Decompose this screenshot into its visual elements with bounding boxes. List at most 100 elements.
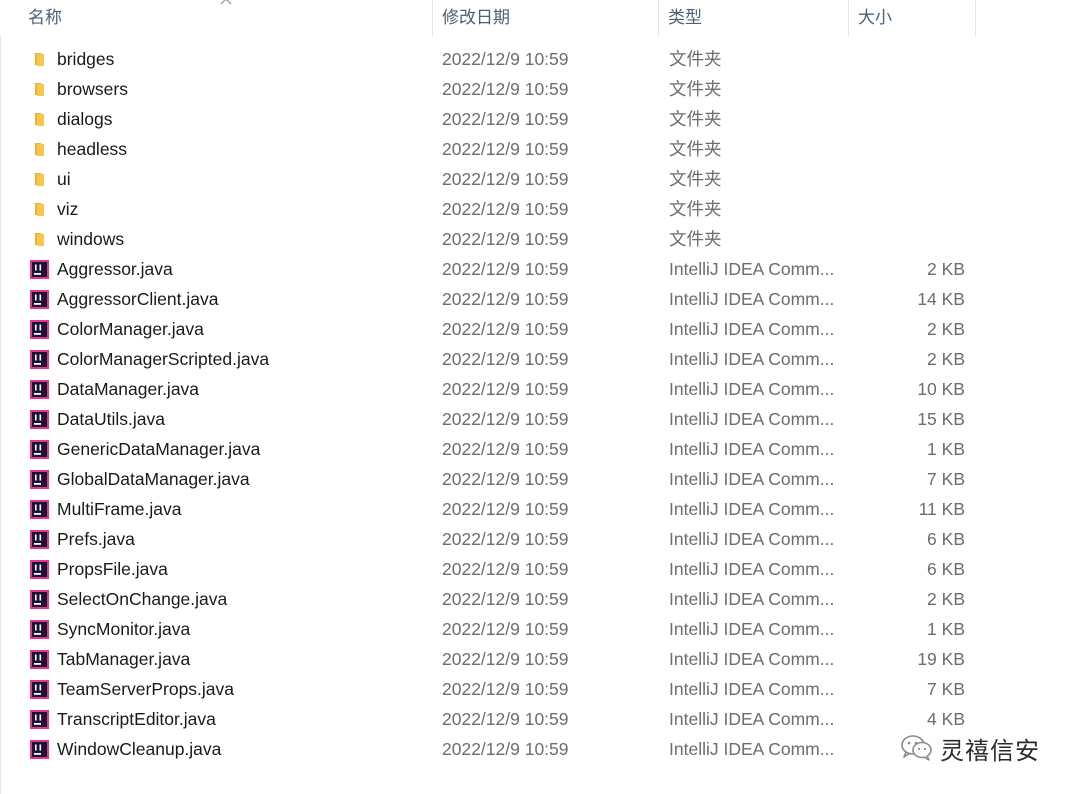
file-date: 2022/12/9 10:59 — [442, 349, 569, 369]
file-size — [852, 104, 965, 134]
intellij-java-file-icon — [30, 440, 49, 459]
file-row[interactable]: dialogs 2022/12/9 10:59 文件夹 — [0, 104, 976, 134]
file-icon-cell — [30, 464, 50, 494]
file-size — [852, 44, 965, 74]
file-name: GenericDataManager.java — [57, 439, 261, 459]
file-type: IntelliJ IDEA Comm... — [669, 319, 835, 339]
file-icon-cell — [30, 344, 50, 374]
file-type: IntelliJ IDEA Comm... — [669, 469, 835, 489]
file-type: IntelliJ IDEA Comm... — [669, 259, 835, 279]
file-date: 2022/12/9 10:59 — [442, 169, 569, 189]
file-row[interactable]: ColorManager.java 2022/12/9 10:59 IntelliJ… — [0, 314, 976, 344]
file-row[interactable]: headless 2022/12/9 10:59 文件夹 — [0, 134, 976, 164]
file-row[interactable]: WindowCleanup.java 2022/12/9 10:59 Intelli… — [0, 734, 976, 764]
file-name: viz — [57, 199, 79, 219]
file-type: 文件夹 — [669, 49, 722, 69]
file-row[interactable]: bridges 2022/12/9 10:59 文件夹 — [0, 44, 976, 74]
file-icon-cell — [30, 134, 50, 164]
file-icon-cell — [30, 74, 50, 104]
file-date: 2022/12/9 10:59 — [442, 559, 569, 579]
file-size — [852, 224, 965, 254]
folder-icon — [35, 143, 44, 156]
file-type: IntelliJ IDEA Comm... — [669, 409, 835, 429]
file-name: TranscriptEditor.java — [57, 709, 216, 729]
column-header-type[interactable]: 类型 — [658, 0, 848, 36]
file-size: 15 KB — [917, 409, 965, 429]
intellij-java-file-icon — [30, 410, 49, 429]
file-row[interactable]: GenericDataManager.java 2022/12/9 10:59 In… — [0, 434, 976, 464]
file-row[interactable]: PropsFile.java 2022/12/9 10:59 IntelliJ ID… — [0, 554, 976, 584]
file-icon-cell — [30, 554, 50, 584]
file-date: 2022/12/9 10:59 — [442, 739, 569, 759]
file-row[interactable]: browsers 2022/12/9 10:59 文件夹 — [0, 74, 976, 104]
file-name: PropsFile.java — [57, 559, 168, 579]
file-row[interactable]: SelectOnChange.java 2022/12/9 10:59 Intell… — [0, 584, 976, 614]
column-header-type-label: 类型 — [668, 8, 702, 27]
file-name: ColorManagerScripted.java — [57, 349, 270, 369]
file-icon-cell — [30, 494, 50, 524]
file-size: 2 KB — [927, 349, 965, 369]
file-icon-cell — [30, 584, 50, 614]
intellij-java-file-icon — [30, 500, 49, 519]
file-row[interactable]: ui 2022/12/9 10:59 文件夹 — [0, 164, 976, 194]
folder-icon — [35, 83, 44, 96]
file-name: ui — [57, 169, 71, 189]
file-row[interactable]: AggressorClient.java 2022/12/9 10:59 Intel… — [0, 284, 976, 314]
file-type: IntelliJ IDEA Comm... — [669, 559, 835, 579]
folder-icon — [35, 173, 44, 186]
file-icon-cell — [30, 674, 50, 704]
file-date: 2022/12/9 10:59 — [442, 409, 569, 429]
intellij-java-file-icon — [30, 290, 49, 309]
file-date: 2022/12/9 10:59 — [442, 289, 569, 309]
column-header-date[interactable]: 修改日期 — [432, 0, 658, 36]
intellij-java-file-icon — [30, 260, 49, 279]
intellij-java-file-icon — [30, 710, 49, 729]
file-name: AggressorClient.java — [57, 289, 219, 309]
column-divider[interactable] — [975, 0, 976, 36]
file-row[interactable]: TranscriptEditor.java 2022/12/9 10:59 Inte… — [0, 704, 976, 734]
column-header-size-label: 大小 — [858, 8, 892, 27]
file-row[interactable]: windows 2022/12/9 10:59 文件夹 — [0, 224, 976, 254]
file-icon-cell — [30, 164, 50, 194]
file-date: 2022/12/9 10:59 — [442, 589, 569, 609]
column-header-bar: 名称 修改日期 类型 大小 — [0, 0, 976, 36]
file-name: bridges — [57, 49, 115, 69]
file-type: IntelliJ IDEA Comm... — [669, 529, 835, 549]
file-type: IntelliJ IDEA Comm... — [669, 739, 835, 759]
file-name: ColorManager.java — [57, 319, 204, 339]
intellij-java-file-icon — [30, 680, 49, 699]
file-row[interactable]: MultiFrame.java 2022/12/9 10:59 IntelliJ I… — [0, 494, 976, 524]
column-header-size[interactable]: 大小 — [848, 0, 975, 36]
file-date: 2022/12/9 10:59 — [442, 199, 569, 219]
file-icon-cell — [30, 284, 50, 314]
file-date: 2022/12/9 10:59 — [442, 139, 569, 159]
file-name: SelectOnChange.java — [57, 589, 228, 609]
file-type: 文件夹 — [669, 229, 722, 249]
file-name: WindowCleanup.java — [57, 739, 222, 759]
file-type: IntelliJ IDEA Comm... — [669, 349, 835, 369]
file-row[interactable]: TeamServerProps.java 2022/12/9 10:59 Intel… — [0, 674, 976, 704]
file-icon-cell — [30, 104, 50, 134]
file-row[interactable]: Prefs.java 2022/12/9 10:59 IntelliJ IDEA C… — [0, 524, 976, 554]
file-name: DataUtils.java — [57, 409, 165, 429]
file-row[interactable]: Aggressor.java 2022/12/9 10:59 IntelliJ ID… — [0, 254, 976, 284]
file-list: bridges 2022/12/9 10:59 文件夹 browsers 2022/12… — [0, 44, 976, 764]
intellij-java-file-icon — [30, 650, 49, 669]
file-row[interactable]: TabManager.java 2022/12/9 10:59 IntelliJ I… — [0, 644, 976, 674]
file-row[interactable]: SyncMonitor.java 2022/12/9 10:59 IntelliJ … — [0, 614, 976, 644]
file-size: 2 KB — [927, 259, 965, 279]
file-size: 19 KB — [917, 649, 965, 669]
file-row[interactable]: viz 2022/12/9 10:59 文件夹 — [0, 194, 976, 224]
file-name: GlobalDataManager.java — [57, 469, 250, 489]
file-size: 2 KB — [927, 589, 965, 609]
sort-up-arrow-icon[interactable] — [219, 0, 233, 6]
file-row[interactable]: DataManager.java 2022/12/9 10:59 IntelliJ … — [0, 374, 976, 404]
file-name: headless — [57, 139, 128, 159]
file-name: SyncMonitor.java — [57, 619, 191, 639]
file-row[interactable]: DataUtils.java 2022/12/9 10:59 IntelliJ ID… — [0, 404, 976, 434]
file-row[interactable]: GlobalDataManager.java 2022/12/9 10:59 Int… — [0, 464, 976, 494]
file-row[interactable]: ColorManagerScripted.java 2022/12/9 10:59… — [0, 344, 976, 374]
file-type: IntelliJ IDEA Comm... — [669, 679, 835, 699]
file-icon-cell — [30, 704, 50, 734]
file-date: 2022/12/9 10:59 — [442, 709, 569, 729]
